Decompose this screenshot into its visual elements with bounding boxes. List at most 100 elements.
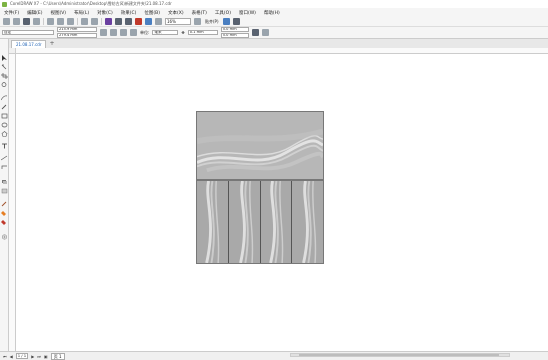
corel-connect-icon[interactable] xyxy=(145,18,152,25)
text-tool-icon[interactable] xyxy=(1,143,8,149)
paste-icon[interactable] xyxy=(67,18,74,25)
undo-icon[interactable] xyxy=(81,18,88,25)
publish-pdf-icon[interactable] xyxy=(135,18,142,25)
crop-tool-icon[interactable] xyxy=(1,73,8,79)
smart-fill-icon[interactable] xyxy=(1,219,8,225)
units-select[interactable]: 毫米 xyxy=(152,30,179,35)
drawing-canvas[interactable] xyxy=(16,54,548,351)
menu-layout[interactable]: 布局(L) xyxy=(70,10,93,16)
redo-icon[interactable] xyxy=(91,18,98,25)
menu-help[interactable]: 帮助(H) xyxy=(260,10,284,16)
drop-shadow-icon[interactable] xyxy=(1,179,8,185)
last-page-icon[interactable]: ⏭ xyxy=(37,354,41,359)
export-icon[interactable] xyxy=(125,18,132,25)
toolbar-divider xyxy=(101,18,102,25)
pick-tool-icon[interactable] xyxy=(1,55,8,61)
page-counter: 1 / 1 xyxy=(15,353,29,359)
full-screen-icon[interactable] xyxy=(194,18,201,25)
chiffon-strip[interactable] xyxy=(228,181,261,263)
save-icon[interactable] xyxy=(23,18,30,25)
top-chiffon-panel[interactable] xyxy=(196,111,324,180)
previous-page-icon[interactable]: ◀ xyxy=(10,354,13,359)
strip-wave-graphic xyxy=(238,181,253,263)
snap-to-select[interactable]: 贴齐(P) xyxy=(204,19,220,25)
toolbox xyxy=(0,39,9,352)
menu-text[interactable]: 文本(X) xyxy=(164,10,188,16)
duplicate-distance: 5.0 mm 5.0 mm xyxy=(220,27,249,38)
portrait-icon[interactable] xyxy=(100,29,107,36)
cut-icon[interactable] xyxy=(47,18,54,25)
launcher-icon[interactable] xyxy=(232,18,240,25)
next-page-icon[interactable]: ▶ xyxy=(31,354,34,359)
new-icon[interactable] xyxy=(3,18,10,25)
ellipse-tool-icon[interactable] xyxy=(1,122,8,128)
menu-bar: 文件(F) 编辑(E) 视图(V) 布局(L) 对象(C) 效果(C) 位图(B… xyxy=(0,8,548,17)
options-icon[interactable] xyxy=(222,18,230,25)
freehand-tool-icon[interactable] xyxy=(1,95,8,101)
polygon-tool-icon[interactable] xyxy=(1,131,8,137)
bottom-strip-panel xyxy=(196,180,324,264)
design-artwork[interactable] xyxy=(196,111,324,264)
page-tab[interactable]: 页 1 xyxy=(50,352,65,360)
print-icon[interactable] xyxy=(33,18,40,25)
menu-table[interactable]: 表格(T) xyxy=(188,10,211,16)
connector-tool-icon[interactable] xyxy=(1,164,8,170)
menu-tools[interactable]: 工具(O) xyxy=(211,10,235,16)
duplicate-y-field[interactable]: 5.0 mm xyxy=(220,33,249,38)
open-icon[interactable] xyxy=(13,18,20,25)
search-content-icon[interactable] xyxy=(105,18,112,25)
transparency-tool-icon[interactable] xyxy=(1,188,8,194)
zoom-tool-icon[interactable] xyxy=(1,82,8,88)
artistic-media-icon[interactable] xyxy=(1,104,8,110)
chiffon-strip[interactable] xyxy=(292,181,323,263)
strip-wave-graphic xyxy=(302,181,317,263)
page-width-field[interactable]: 215.9 mm xyxy=(57,27,97,32)
menu-bitmaps[interactable]: 位图(B) xyxy=(140,10,164,16)
zoom-tool-icon[interactable] xyxy=(251,29,259,36)
wave-pattern-graphic xyxy=(197,112,323,179)
rectangle-tool-icon[interactable] xyxy=(1,113,8,119)
units-label: 单位: xyxy=(140,29,150,35)
nudge-icon: ✥ xyxy=(181,30,185,35)
page-height-field[interactable]: 279.4 mm xyxy=(57,33,97,38)
import-icon[interactable] xyxy=(115,18,122,25)
application-launcher-icon[interactable] xyxy=(155,18,162,25)
horizontal-scrollbar[interactable] xyxy=(290,353,510,357)
menu-window[interactable]: 窗口(W) xyxy=(235,10,260,16)
add-page-icon[interactable]: ▣ xyxy=(44,354,48,359)
duplicate-x-field[interactable]: 5.0 mm xyxy=(220,27,249,32)
current-page-icon[interactable] xyxy=(130,29,137,36)
document-tab[interactable]: 21.08.17.cdr xyxy=(11,40,47,48)
first-page-icon[interactable]: ⏮ xyxy=(3,354,7,359)
window-title: CorelDRAW X7 - C:\Users\Administrator\De… xyxy=(10,1,172,6)
zoom-level-select[interactable]: 16% xyxy=(165,18,191,25)
page-options-icon[interactable] xyxy=(261,29,269,36)
chiffon-strip[interactable] xyxy=(260,181,293,263)
menu-effects[interactable]: 效果(C) xyxy=(117,10,141,16)
toolbar-divider xyxy=(77,18,78,25)
strip-wave-graphic xyxy=(205,181,220,263)
title-bar: CorelDRAW X7 - C:\Users\Administrator\De… xyxy=(0,0,548,8)
menu-file[interactable]: 文件(F) xyxy=(0,10,23,16)
chiffon-strip[interactable] xyxy=(197,181,229,263)
add-document-tab-button[interactable]: + xyxy=(48,41,55,48)
scrollbar-thumb[interactable] xyxy=(299,354,499,356)
paper-size-select[interactable]: 自定 xyxy=(2,30,54,35)
menu-object[interactable]: 对象(C) xyxy=(93,10,117,16)
parallel-dimension-icon[interactable] xyxy=(1,155,8,161)
strip-wave-graphic xyxy=(268,181,283,263)
standard-toolbar: 16% 贴齐(P) xyxy=(0,17,548,27)
add-tool-icon[interactable] xyxy=(1,234,8,240)
interactive-fill-icon[interactable] xyxy=(1,210,8,216)
all-pages-icon[interactable] xyxy=(120,29,127,36)
property-bar: 自定 215.9 mm 279.4 mm 单位: 毫米 ✥ 0.1 mm 5.0… xyxy=(0,27,548,39)
landscape-icon[interactable] xyxy=(110,29,117,36)
shape-tool-icon[interactable] xyxy=(1,64,8,70)
document-tab-bar: 21.08.17.cdr + xyxy=(9,39,548,48)
copy-icon[interactable] xyxy=(57,18,64,25)
menu-view[interactable]: 视图(V) xyxy=(46,10,70,16)
nudge-distance-field[interactable]: 0.1 mm xyxy=(187,30,218,35)
menu-edit[interactable]: 编辑(E) xyxy=(23,10,46,16)
color-eyedropper-icon[interactable] xyxy=(1,201,8,207)
vertical-ruler[interactable] xyxy=(9,54,16,351)
